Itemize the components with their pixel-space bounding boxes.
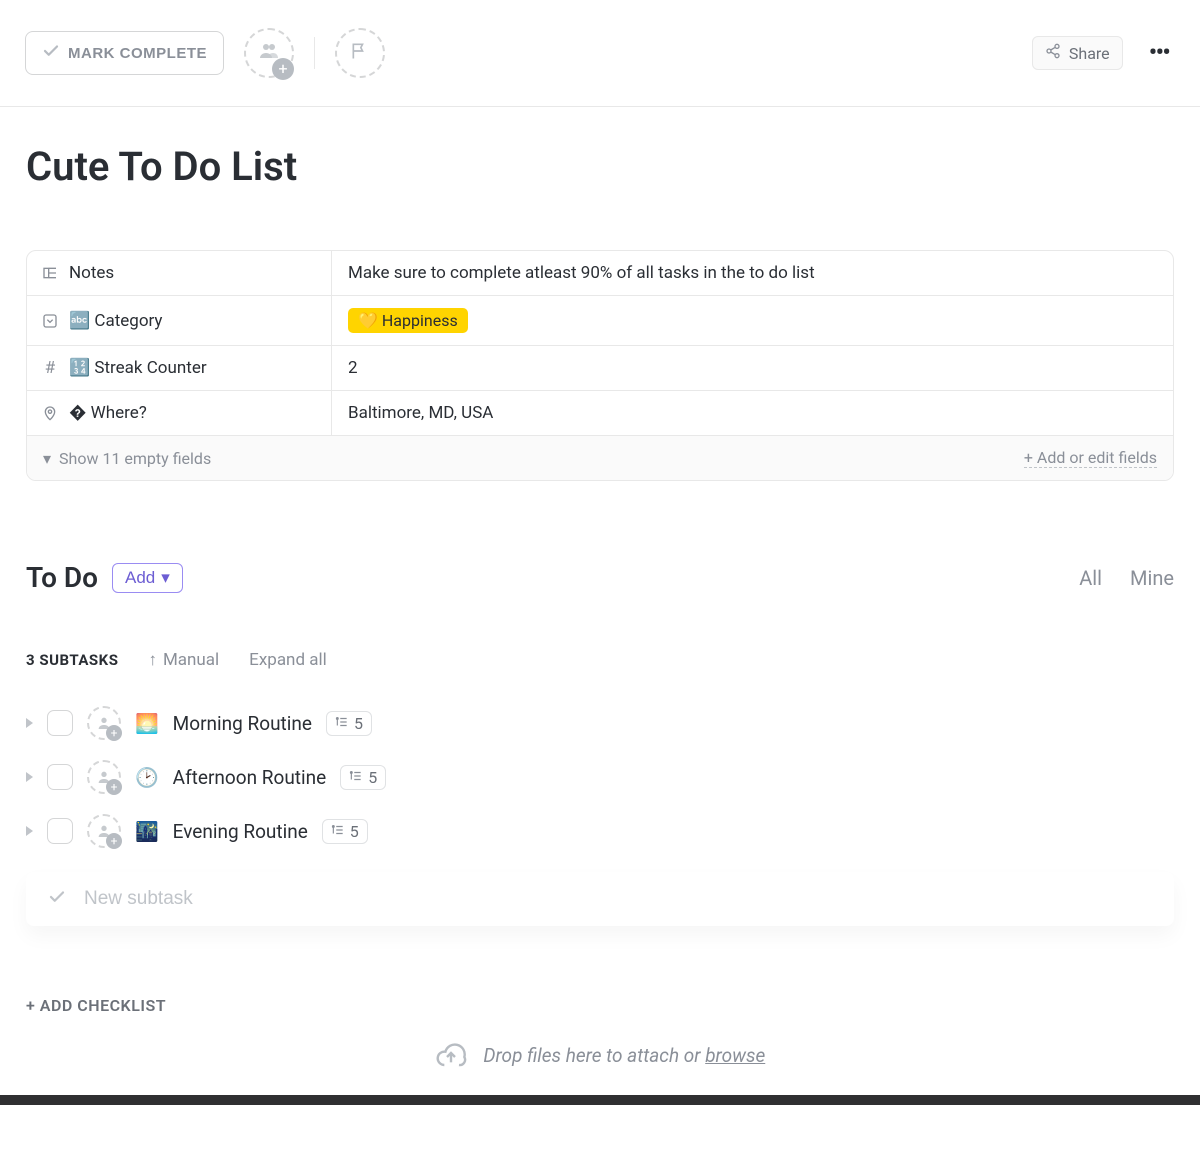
- flag-icon: [350, 41, 370, 65]
- subtask-count-badge[interactable]: 5: [326, 711, 372, 736]
- flag-button[interactable]: [335, 28, 385, 78]
- todo-section-header: To Do Add ▾ All Mine: [26, 561, 1174, 594]
- subtask-count: 3 SUBTASKS: [26, 651, 118, 669]
- category-tag: 💛 Happiness: [348, 308, 468, 333]
- field-row-notes: Notes Make sure to complete atleast 90% …: [27, 251, 1173, 296]
- filter-mine[interactable]: Mine: [1130, 566, 1174, 590]
- mark-complete-button[interactable]: MARK COMPLETE: [25, 31, 224, 75]
- add-edit-fields-button[interactable]: + Add or edit fields: [1024, 448, 1157, 468]
- page-title[interactable]: Cute To Do List: [26, 143, 1174, 190]
- plus-icon: +: [272, 58, 294, 80]
- subtask-title: Morning Routine: [173, 712, 312, 735]
- check-icon: [42, 42, 60, 64]
- custom-fields-table: Notes Make sure to complete atleast 90% …: [26, 250, 1174, 481]
- subtask-title: Evening Routine: [173, 820, 308, 843]
- sort-label: Manual: [163, 650, 219, 670]
- field-key-notes: Notes: [27, 251, 332, 295]
- subtask-icon: [349, 768, 363, 787]
- plus-icon: +: [106, 833, 122, 849]
- fields-footer: ▾ Show 11 empty fields + Add or edit fie…: [27, 436, 1173, 480]
- field-key-streak: # 🔢 Streak Counter: [27, 346, 332, 390]
- show-empty-label: Show 11 empty fields: [59, 449, 211, 468]
- field-value-notes[interactable]: Make sure to complete atleast 90% of all…: [332, 251, 1173, 295]
- subtask-icon: [335, 714, 349, 733]
- checkbox[interactable]: [47, 818, 73, 844]
- count-value: 5: [354, 714, 363, 733]
- share-button[interactable]: Share: [1032, 36, 1123, 70]
- subtask-count-badge[interactable]: 5: [322, 819, 368, 844]
- expand-toggle[interactable]: [26, 826, 33, 836]
- subtask-list: + 🌅 Morning Routine 5 + 🕑 Afternoon Rout…: [26, 696, 1174, 926]
- count-value: 5: [368, 768, 377, 787]
- field-value-category[interactable]: 💛 Happiness: [332, 296, 1173, 345]
- todo-filters: All Mine: [1079, 566, 1174, 590]
- checkbox[interactable]: [47, 764, 73, 790]
- expand-all-button[interactable]: Expand all: [249, 650, 327, 670]
- check-icon: [48, 888, 66, 910]
- show-empty-fields-button[interactable]: ▾ Show 11 empty fields: [43, 448, 211, 468]
- content: Cute To Do List Notes Make sure to compl…: [0, 107, 1200, 1095]
- add-assignee-button[interactable]: +: [244, 28, 294, 78]
- field-value-streak[interactable]: 2: [332, 346, 1173, 390]
- plus-icon: +: [106, 725, 122, 741]
- field-value-where[interactable]: Baltimore, MD, USA: [332, 391, 1173, 435]
- assignee-add[interactable]: +: [87, 814, 121, 848]
- toolbar-separator: [314, 37, 315, 69]
- count-value: 5: [350, 822, 359, 841]
- field-key-category: 🔤 Category: [27, 296, 332, 345]
- subtask-row[interactable]: + 🕑 Afternoon Routine 5: [26, 750, 1174, 804]
- field-label: Notes: [69, 263, 114, 283]
- assignee-add[interactable]: +: [87, 706, 121, 740]
- assignee-add[interactable]: +: [87, 760, 121, 794]
- subtasks-bar: 3 SUBTASKS ↑ Manual Expand all: [26, 650, 1174, 670]
- dropdown-icon: [41, 313, 59, 329]
- field-row-streak: # 🔢 Streak Counter 2: [27, 346, 1173, 391]
- subtask-emoji: 🕑: [135, 766, 159, 789]
- add-subtask-button[interactable]: Add ▾: [112, 563, 183, 593]
- mark-complete-label: MARK COMPLETE: [68, 45, 207, 62]
- ellipsis-icon: •••: [1149, 38, 1169, 68]
- chevron-down-icon: ▾: [161, 568, 170, 588]
- new-subtask-input-row: [26, 872, 1174, 926]
- attachment-dropzone[interactable]: Drop files here to attach or browse: [26, 1015, 1174, 1095]
- more-menu-button[interactable]: •••: [1143, 38, 1175, 68]
- footer-bar: [0, 1095, 1200, 1105]
- new-subtask-input[interactable]: [84, 888, 1152, 910]
- checkbox[interactable]: [47, 710, 73, 736]
- hash-icon: #: [41, 358, 59, 378]
- field-label: 🔤 Category: [69, 311, 162, 331]
- subtask-emoji: 🌃: [135, 820, 159, 843]
- expand-toggle[interactable]: [26, 718, 33, 728]
- field-row-category: 🔤 Category 💛 Happiness: [27, 296, 1173, 346]
- location-icon: [41, 405, 59, 421]
- text-icon: [41, 265, 59, 281]
- todo-heading: To Do: [26, 561, 98, 594]
- browse-link[interactable]: browse: [705, 1044, 765, 1067]
- chevron-down-icon: ▾: [43, 449, 51, 468]
- subtask-title: Afternoon Routine: [173, 766, 327, 789]
- sort-button[interactable]: ↑ Manual: [148, 650, 219, 670]
- add-checklist-button[interactable]: + ADD CHECKLIST: [26, 996, 1174, 1015]
- subtask-row[interactable]: + 🌃 Evening Routine 5: [26, 804, 1174, 858]
- dropzone-text: Drop files here to attach or: [483, 1044, 705, 1067]
- share-icon: [1045, 43, 1061, 63]
- field-label: 🔢 Streak Counter: [69, 358, 207, 378]
- plus-icon: +: [106, 779, 122, 795]
- toolbar: MARK COMPLETE + Share •••: [0, 0, 1200, 107]
- arrow-up-icon: ↑: [148, 650, 157, 670]
- share-label: Share: [1069, 44, 1110, 63]
- field-row-where: � Where? Baltimore, MD, USA: [27, 391, 1173, 436]
- subtask-icon: [331, 822, 345, 841]
- subtask-emoji: 🌅: [135, 712, 159, 735]
- field-key-where: � Where?: [27, 391, 332, 435]
- expand-toggle[interactable]: [26, 772, 33, 782]
- filter-all[interactable]: All: [1079, 566, 1102, 590]
- add-label: Add: [125, 568, 155, 588]
- subtask-row[interactable]: + 🌅 Morning Routine 5: [26, 696, 1174, 750]
- subtask-count-badge[interactable]: 5: [340, 765, 386, 790]
- field-label: � Where?: [69, 403, 147, 423]
